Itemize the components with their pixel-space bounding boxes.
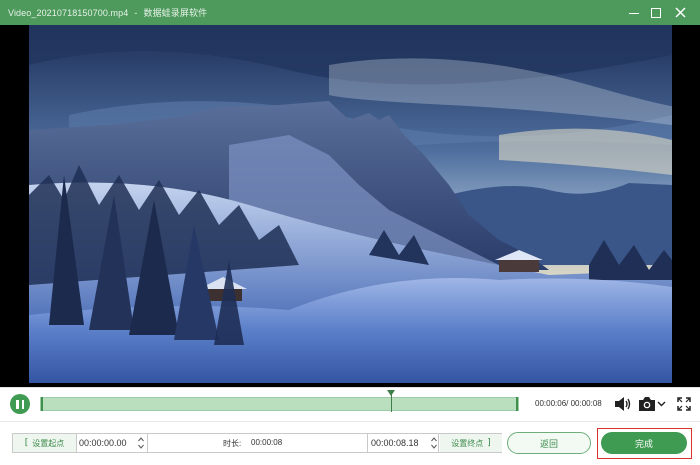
duration-label: 时长: (223, 439, 242, 448)
video-preview[interactable] (29, 25, 672, 383)
done-button[interactable]: 完成 (601, 432, 687, 454)
close-button[interactable] (667, 0, 693, 25)
duration-value: 00:00:08 (251, 438, 283, 447)
spinner-icon[interactable] (137, 435, 145, 451)
window-title: Video_20210718150700.mp4- 数据蛙录屏软件 (8, 6, 207, 19)
total-time: 00:00:08 (570, 399, 602, 408)
set-end-button[interactable]: 设置终点 ] (440, 434, 502, 452)
title-bar: Video_20210718150700.mp4- 数据蛙录屏软件 (0, 0, 700, 25)
back-button[interactable]: 返回 (507, 432, 591, 454)
set-end-label: 设置终点 (451, 438, 484, 448)
volume-icon[interactable] (613, 395, 631, 413)
video-frame (0, 25, 700, 387)
bracket-right-icon: ] (487, 438, 491, 448)
set-start-label: 设置起点 (32, 438, 65, 448)
pause-icon (16, 399, 19, 409)
trim-group: [ 设置起点 00:00:00.00 时长: 00:00:08 00:00:08… (12, 433, 502, 453)
trim-end-handle[interactable] (516, 397, 518, 411)
app-name: 数据蛙录屏软件 (143, 8, 208, 18)
trim-start-handle[interactable] (41, 397, 43, 411)
spinner-icon[interactable] (430, 435, 438, 451)
pause-icon-bar (21, 399, 24, 409)
file-name: Video_20210718150700.mp4 (8, 8, 129, 18)
playhead-line[interactable] (391, 394, 392, 412)
camera-icon[interactable] (638, 396, 656, 412)
end-time-input[interactable]: 00:00:08.18 (367, 434, 439, 452)
chevron-down-icon[interactable] (657, 399, 666, 408)
video-frame-image (29, 25, 672, 383)
playback-controls: 00:00:06/ 00:00:08 (0, 387, 700, 421)
maximize-icon (651, 7, 661, 18)
maximize-button[interactable] (643, 0, 669, 25)
bracket-left-icon: [ (24, 438, 29, 448)
title-separator: - (134, 8, 138, 18)
timecode: 00:00:06/ 00:00:08 (535, 399, 602, 408)
current-time: 00:00:06 (535, 399, 567, 408)
set-start-button[interactable]: [ 设置起点 (13, 434, 77, 452)
minimize-icon (629, 12, 639, 15)
fullscreen-icon[interactable] (677, 397, 691, 411)
close-icon (674, 7, 686, 18)
trim-timeline[interactable] (40, 397, 519, 411)
pause-button[interactable] (10, 394, 30, 414)
time-separator: / (566, 399, 569, 408)
trim-bar: [ 设置起点 00:00:00.00 时长: 00:00:08 00:00:08… (0, 421, 700, 465)
